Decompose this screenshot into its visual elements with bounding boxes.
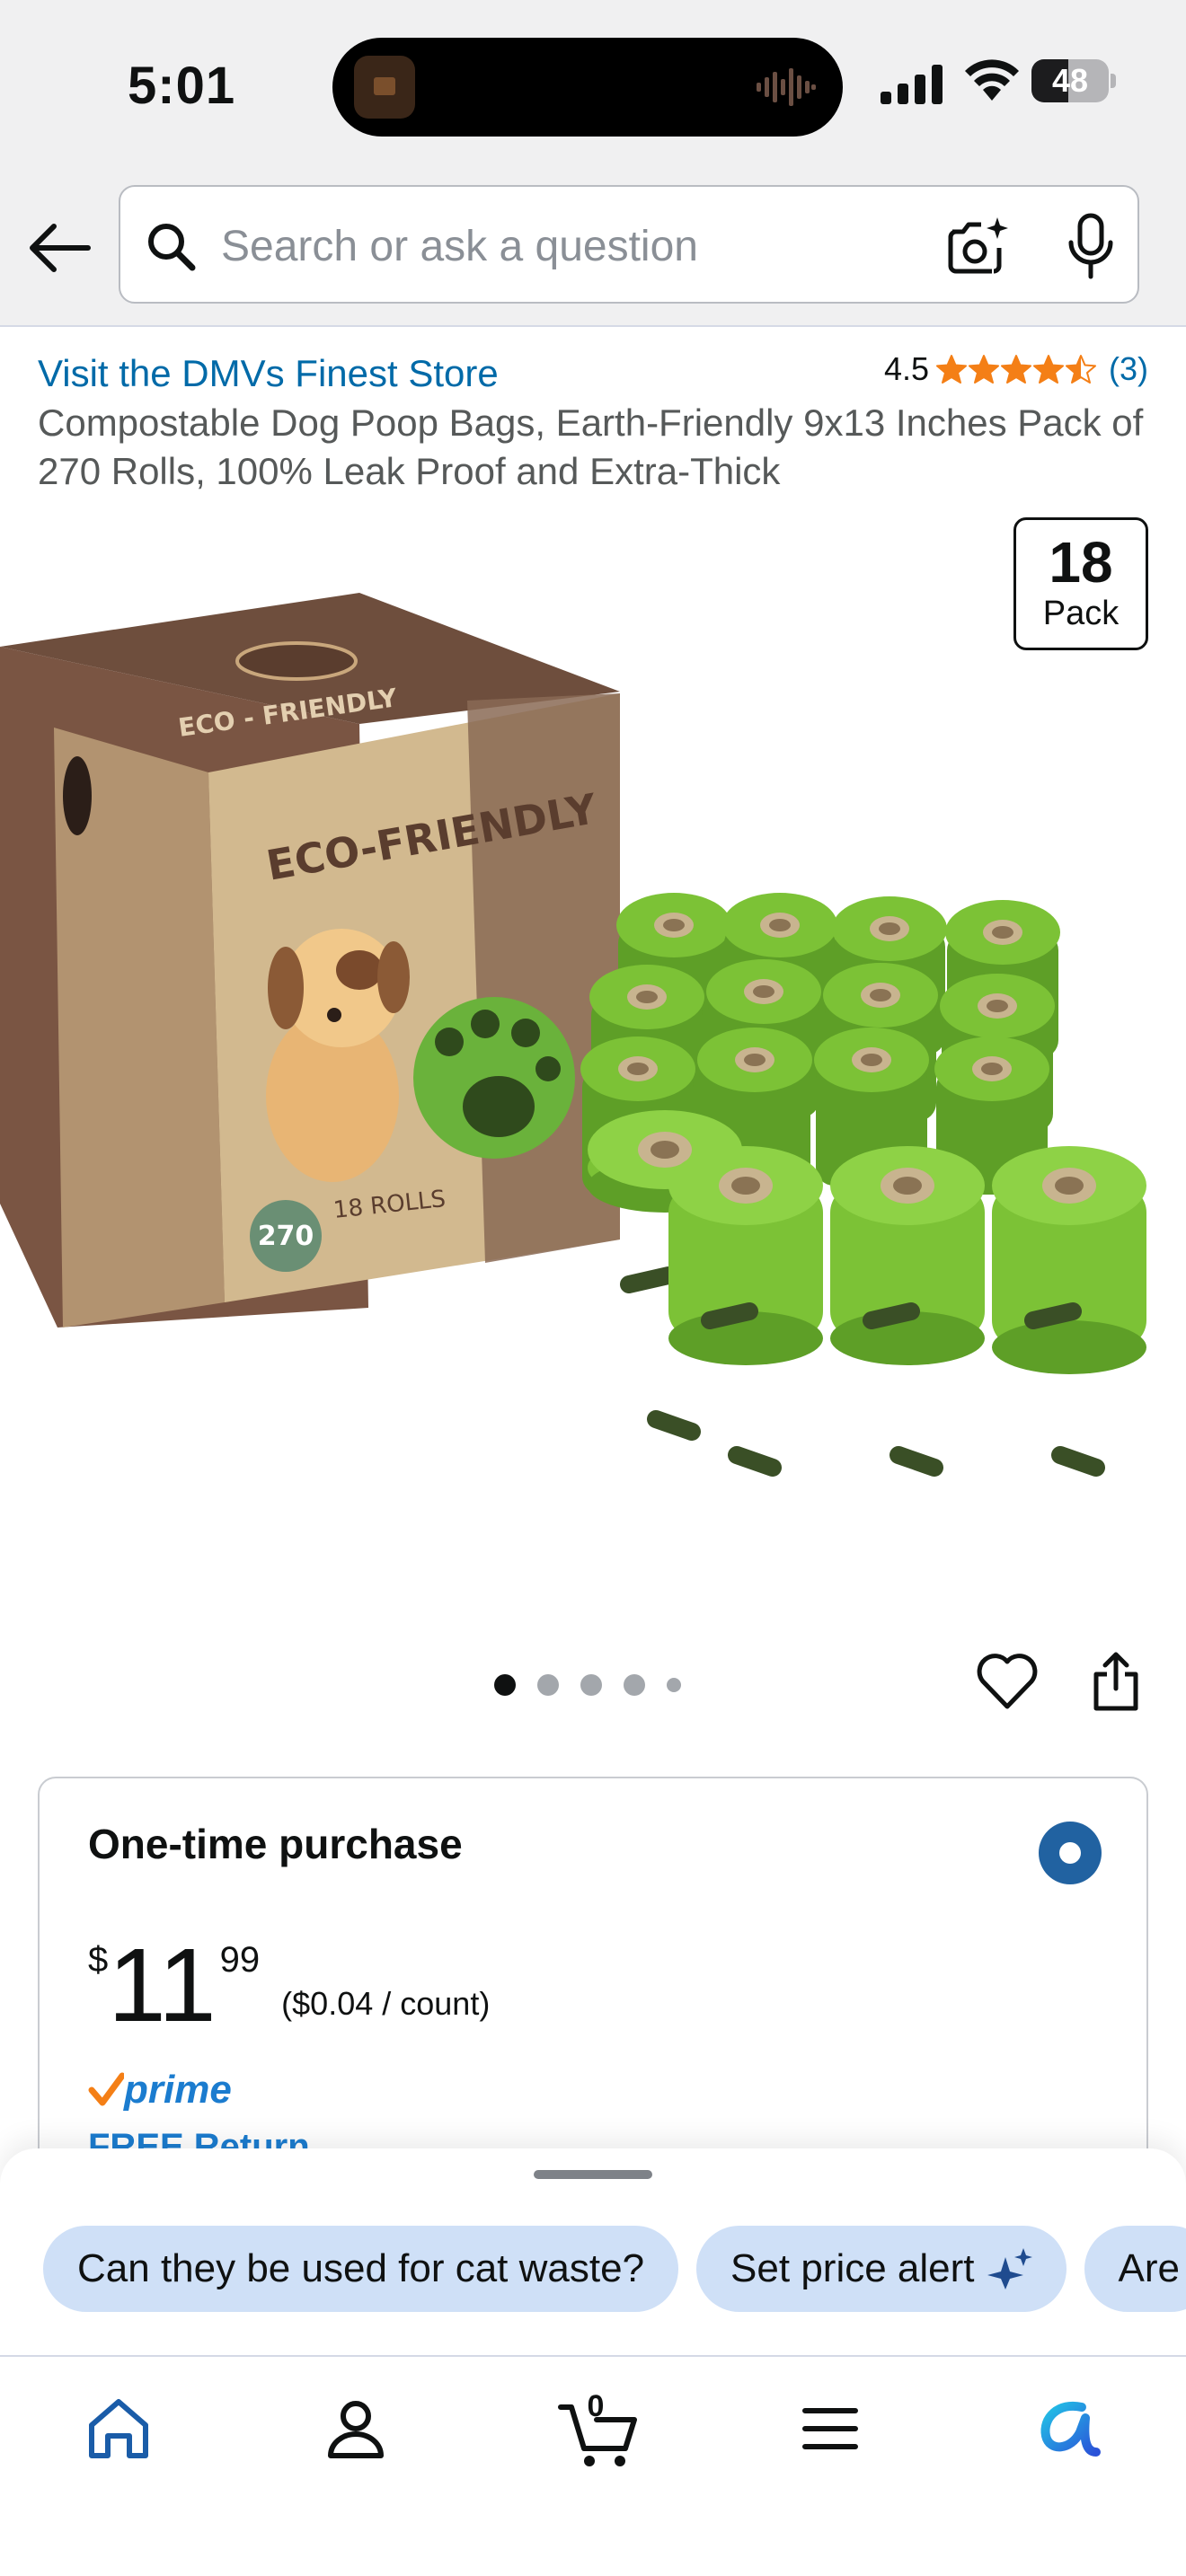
product-photo: ECO-FRIENDLY ECO - FRIENDLY 270 18 ROLLS	[0, 593, 1146, 1477]
microphone-icon[interactable]	[1064, 212, 1118, 282]
cart-count: 0	[587, 2389, 605, 2423]
top-header: 5:01 48 Search or ask a question	[0, 0, 1186, 327]
purchase-option-radio[interactable]	[1039, 1822, 1102, 1884]
heart-icon[interactable]	[976, 1653, 1039, 1712]
star-icon	[936, 355, 968, 384]
carousel-dot[interactable]	[624, 1674, 645, 1696]
cart-button[interactable]: 0	[557, 2389, 643, 2468]
carousel-dot[interactable]	[494, 1674, 516, 1696]
prime-check-icon	[88, 2072, 124, 2106]
audio-waveform-icon	[757, 68, 816, 106]
review-count-link[interactable]: (3)	[1109, 350, 1148, 388]
rating-value: 4.5	[884, 350, 930, 387]
wifi-icon	[965, 59, 1019, 101]
menu-icon[interactable]	[794, 2393, 866, 2465]
suggestion-chip-label: Are	[1118, 2246, 1180, 2290]
account-icon[interactable]	[320, 2393, 392, 2465]
cellular-signal-icon	[881, 65, 943, 104]
battery-indicator: 48	[1031, 59, 1116, 102]
dynamic-island[interactable]	[332, 38, 843, 137]
product-page: 5:01 48 Search or ask a question Visit t…	[0, 0, 1186, 2576]
prime-badge: prime	[88, 2068, 232, 2113]
star-icon	[969, 355, 1000, 384]
now-playing-app-icon	[354, 56, 415, 119]
suggestion-chips: Can they be used for cat waste? Set pric…	[43, 2226, 1186, 2312]
pack-number: 18	[1049, 530, 1113, 595]
price: $ 11 99 ($0.04 / count)	[88, 1933, 490, 2037]
back-button[interactable]	[22, 212, 97, 284]
store-link[interactable]: Visit the DMVs Finest Store	[38, 352, 499, 395]
camera-lens-icon[interactable]	[945, 214, 1012, 280]
purchase-option-title: One-time purchase	[88, 1821, 463, 1867]
pack-size-badge: 18 Pack	[1013, 517, 1148, 650]
bottom-tab-bar: 0	[0, 2355, 1186, 2576]
suggestion-chip-price-alert[interactable]: Set price alert	[696, 2226, 1067, 2312]
star-rating	[936, 354, 1098, 384]
sheet-grabber[interactable]	[534, 2170, 652, 2179]
star-icon	[1033, 355, 1065, 384]
price-per-unit: ($0.04 / count)	[281, 1985, 491, 2022]
search-bar[interactable]	[119, 185, 1139, 304]
rating-summary[interactable]: 4.5 (3)	[884, 350, 1148, 388]
price-symbol: $	[88, 1940, 109, 1980]
search-icon	[148, 224, 196, 271]
pack-label: Pack	[1042, 595, 1120, 632]
star-icon	[1001, 355, 1032, 384]
battery-percent: 48	[1051, 62, 1089, 99]
status-time: 5:01	[128, 57, 236, 115]
bag-roll	[830, 1146, 985, 1477]
suggestion-sheet: Can they be used for cat waste? Set pric…	[0, 2148, 1186, 2355]
prime-label: prime	[124, 2068, 232, 2112]
rufus-ai-icon[interactable]	[1031, 2393, 1103, 2465]
carousel-dot[interactable]	[580, 1674, 602, 1696]
carousel-dot[interactable]	[667, 1678, 681, 1692]
star-icon	[1066, 355, 1097, 384]
suggestion-chip-partial[interactable]: Are	[1084, 2226, 1186, 2312]
suggestion-chip-label: Can they be used for cat waste?	[77, 2246, 645, 2290]
suggestion-chip-cat-waste[interactable]: Can they be used for cat waste?	[43, 2226, 679, 2312]
home-icon[interactable]	[83, 2393, 155, 2465]
search-input[interactable]	[221, 214, 1012, 278]
image-carousel-dots[interactable]	[494, 1674, 703, 1696]
product-image[interactable]: ECO-FRIENDLY ECO - FRIENDLY 270 18 ROLLS	[0, 503, 1186, 1617]
bag-roll	[992, 1146, 1146, 1477]
box-count-text: 270	[258, 1221, 314, 1252]
price-fraction: 99	[219, 1940, 261, 1980]
price-whole: 11	[108, 1927, 217, 2043]
product-title: Compostable Dog Poop Bags, Earth-Friendl…	[38, 401, 1144, 492]
suggestion-chip-label: Set price alert	[730, 2246, 975, 2290]
sparkle-icon	[987, 2248, 1032, 2289]
bag-rolls	[580, 893, 1146, 1477]
carousel-dot[interactable]	[537, 1674, 559, 1696]
bag-roll	[668, 1146, 823, 1477]
share-icon[interactable]	[1089, 1649, 1143, 1714]
